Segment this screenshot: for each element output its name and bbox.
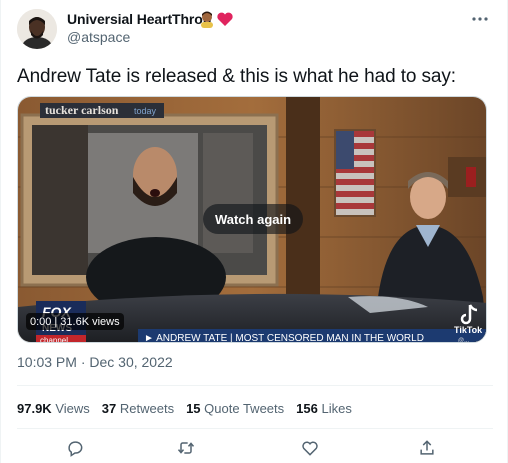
tweet-actions [1,438,508,460]
video-time-views: 0:00 | 31.6K views [26,313,124,330]
video-current-time: 0:00 [30,315,52,328]
tweet-card: Universial HeartThrob @atspace Andrew Ta… [0,0,508,463]
like-icon[interactable] [300,438,322,460]
likes-stat[interactable]: 156 Likes [296,401,352,416]
video-separator: | [54,315,58,328]
red-heart-icon [217,12,233,26]
avatar[interactable] [17,9,57,49]
author-display-name[interactable]: Universial HeartThrob [67,11,211,27]
retweets-stat[interactable]: 37 Retweets [102,401,174,416]
author-badges [199,10,235,28]
divider [17,385,493,386]
chyron-text: ► ANDREW TATE | MOST CENSORED MAN IN THE… [144,333,424,343]
tweet-timestamp[interactable]: 10:03 PM · Dec 30, 2022 [17,354,173,370]
tiktok-handle: @... [458,338,469,343]
more-options-icon[interactable] [469,12,491,26]
network-channel: channel [40,336,68,343]
divider [17,428,493,429]
reply-icon[interactable] [65,438,87,460]
author-handle[interactable]: @atspace [67,29,130,45]
views-stat[interactable]: 97.9K Views [17,401,90,416]
man-emoji-icon [201,11,213,28]
tweet-text: Andrew Tate is released & this is what h… [17,66,456,87]
tiktok-watermark: TikTok [454,325,483,335]
tweet-stats: 97.9K Views 37 Retweets 15 Quote Tweets … [17,401,364,416]
quote-tweets-stat[interactable]: 15 Quote Tweets [186,401,284,416]
show-logo: tucker carlson [45,103,119,117]
video-player[interactable]: tucker carlson today FOX NEWS channel ► … [17,96,487,343]
share-icon[interactable] [417,438,439,460]
retweet-icon[interactable] [176,438,198,460]
video-views: 31.6K views [60,315,120,328]
show-logo-sub: today [134,106,157,116]
watch-again-button[interactable]: Watch again [203,204,303,234]
